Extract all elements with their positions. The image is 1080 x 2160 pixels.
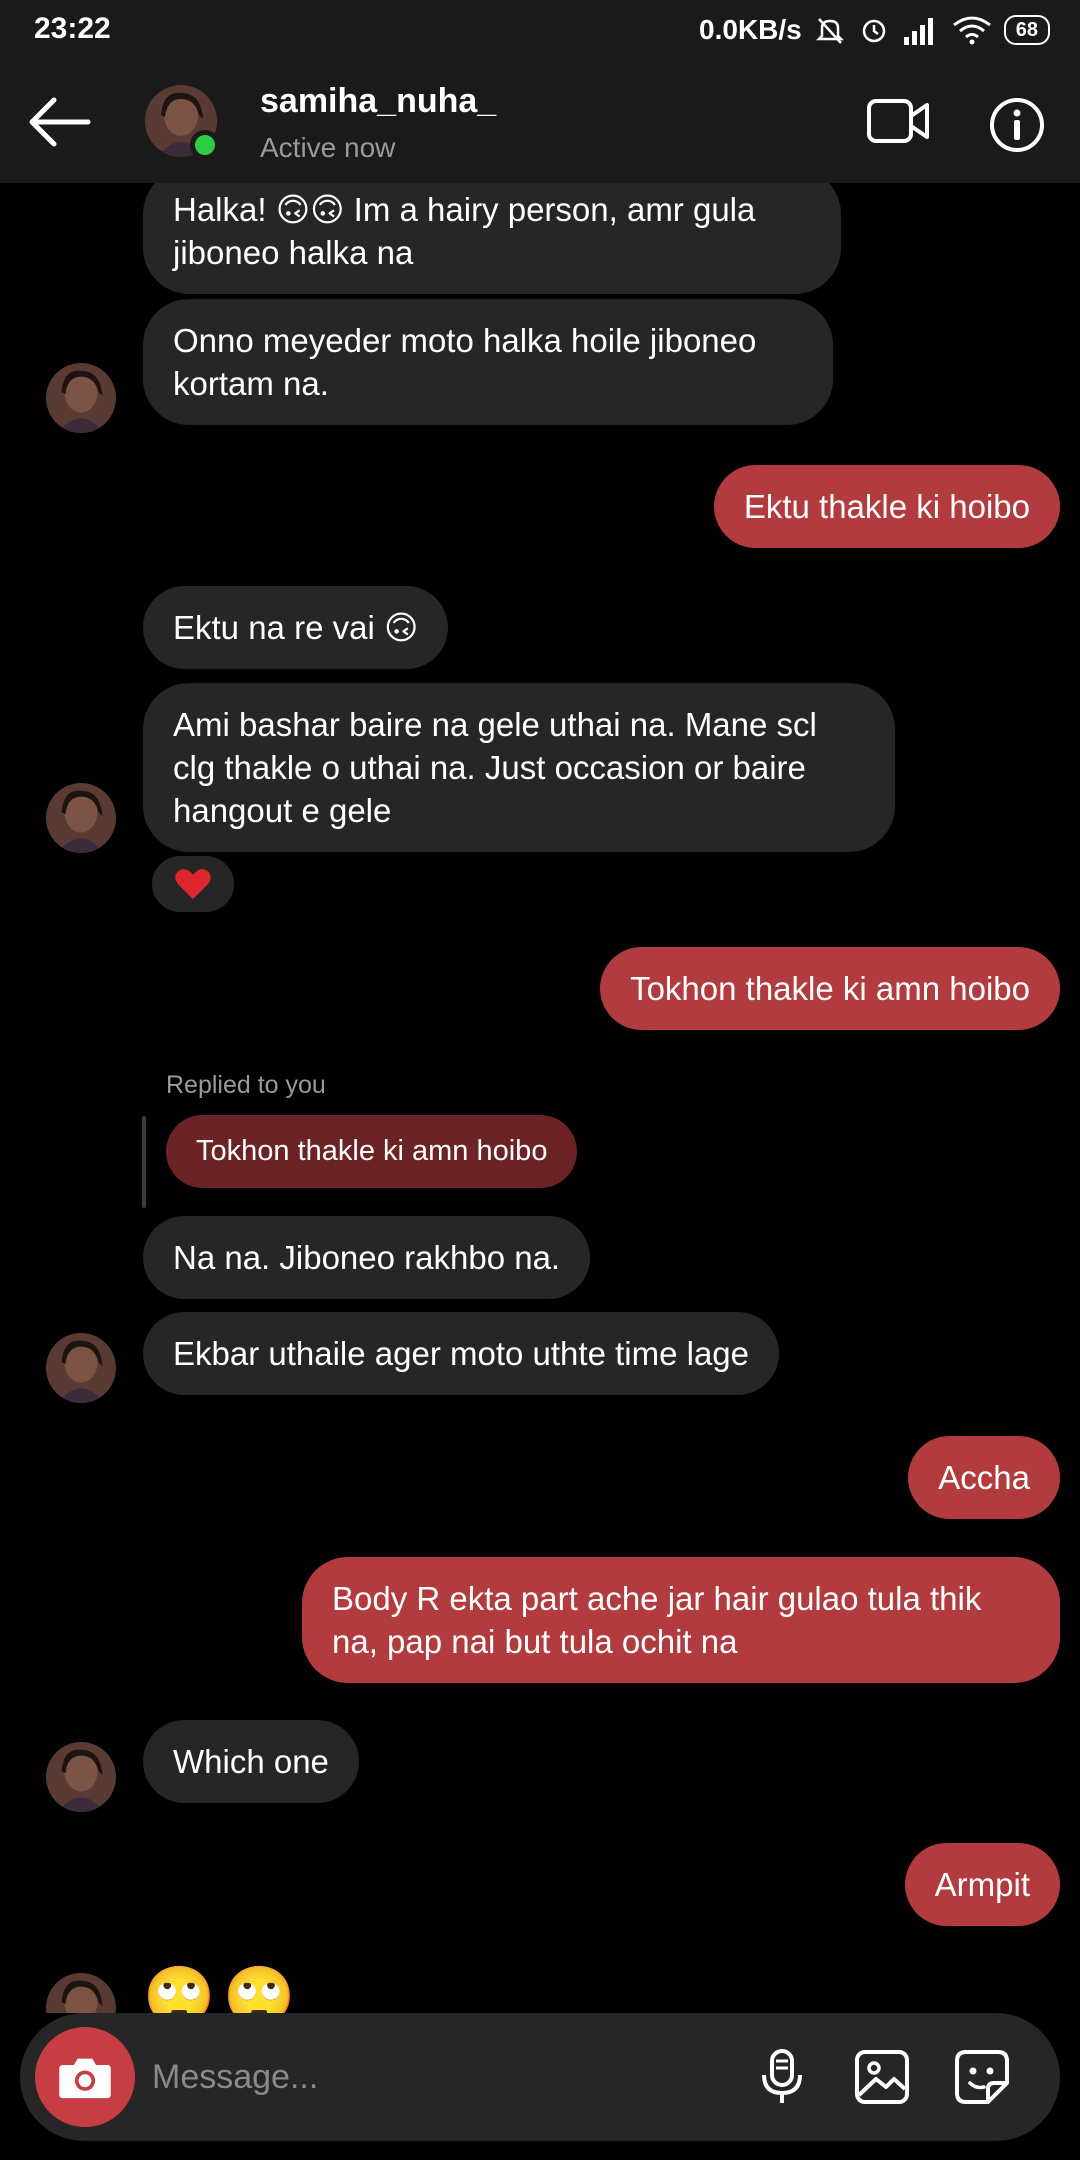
outgoing-message[interactable]: Armpit [904,1843,1060,1926]
info-icon[interactable] [988,96,1046,154]
camera-button[interactable] [35,2027,135,2127]
signal-icon [903,18,933,45]
contact-status: Active now [260,132,396,163]
incoming-message[interactable]: Ami bashar baire na gele uthai na. Mane … [143,683,895,852]
status-time: 23:22 [34,12,111,45]
incoming-message[interactable]: Halka! 🙃🙃 Im a hairy person, amr gula ji… [143,183,841,294]
contact-avatar[interactable] [46,783,116,853]
incoming-message[interactable]: Ekbar uthaile ager moto uthte time lage [143,1312,780,1395]
emoji-message[interactable]: 🙄 🙄 [143,1963,295,2013]
contact-avatar[interactable] [46,1742,116,1812]
message-composer [20,2013,1060,2141]
online-indicator [190,130,220,160]
eye-roll-emoji: 🙄 [143,1964,216,2013]
eye-roll-emoji: 🙄 [223,1964,296,2013]
contact-avatar[interactable] [46,1973,116,2013]
sticker-icon[interactable] [952,2047,1012,2107]
message-input[interactable] [150,2041,754,2113]
chat-header: samiha_nuha_ Active now [0,60,1080,183]
contact-avatar[interactable] [46,1333,116,1403]
reply-divider [142,1116,146,1208]
outgoing-message[interactable]: Tokhon thakle ki amn hoibo [600,947,1060,1030]
wifi-icon [952,16,991,45]
contact-username[interactable]: samiha_nuha_ [260,82,496,121]
heart-reaction[interactable]: ❤️ [152,856,234,912]
alarm-icon [862,19,885,43]
gallery-icon[interactable] [852,2047,912,2107]
heart-icon [175,869,211,900]
battery-indicator: 68 [1003,15,1050,45]
contact-avatar[interactable] [46,363,116,433]
incoming-message[interactable]: Ektu na re vai 🙃 [143,586,449,669]
incoming-message[interactable]: Onno meyeder moto halka hoile jiboneo ko… [143,299,833,425]
camera-icon [59,2058,111,2099]
mute-bell-icon [815,18,844,44]
outgoing-message[interactable]: Accha [908,1436,1060,1519]
incoming-message[interactable]: Na na. Jiboneo rakhbo na. [143,1216,591,1299]
microphone-icon[interactable] [752,2047,812,2107]
status-bar: 23:22 0.0KB/s 68 [0,0,1080,60]
incoming-message[interactable]: Which one [143,1720,359,1803]
back-arrow-icon[interactable] [28,96,92,148]
video-call-icon[interactable] [866,96,930,146]
message-thread[interactable]: Halka! 🙃🙃 Im a hairy person, amr gula ji… [0,183,1080,2013]
status-icons: 0.0KB/s 68 [699,10,1050,50]
outgoing-message[interactable]: Body R ekta part ache jar hair gulao tul… [302,1557,1060,1683]
replied-to-label: Replied to you [166,1071,326,1099]
net-speed: 0.0KB/s [699,14,802,45]
quoted-message[interactable]: Tokhon thakle ki amn hoibo [166,1115,578,1188]
outgoing-message[interactable]: Ektu thakle ki hoibo [713,465,1060,548]
